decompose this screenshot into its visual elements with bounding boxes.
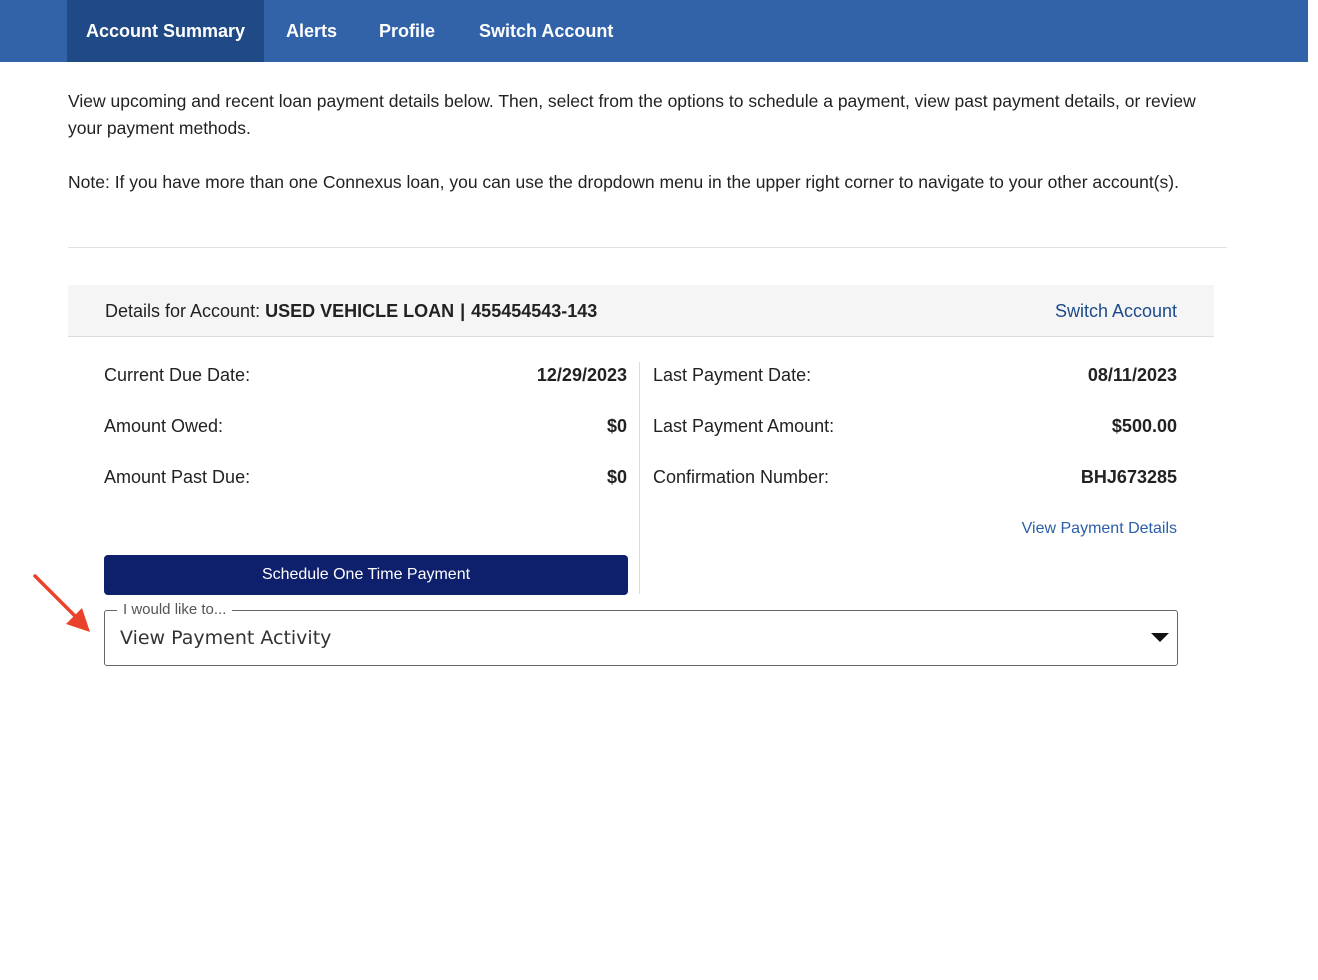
last-payment-amount-label: Last Payment Amount:	[653, 416, 835, 436]
account-header: Details for Account: USED VEHICLE LOAN | 4…	[68, 285, 1214, 337]
amount-past-due-label: Amount Past Due:	[104, 467, 251, 487]
amount-past-due-value: $0	[606, 467, 627, 487]
column-divider	[639, 362, 640, 594]
note-text: Note: If you have more than one Connexus…	[68, 172, 1179, 192]
divider	[68, 247, 1227, 248]
confirmation-number-value: BHJ673285	[1080, 467, 1177, 487]
red-arrow-icon	[33, 574, 90, 632]
intro-text: View upcoming and recent loan payment de…	[68, 91, 1196, 138]
last-payment-date-label: Last Payment Date:	[653, 365, 812, 385]
current-due-date-value: 12/29/2023	[536, 365, 627, 385]
caret-down-icon	[1151, 633, 1169, 642]
account-number: 455454543-143	[471, 301, 598, 321]
account-separator: |	[460, 301, 466, 321]
tab-profile[interactable]: Profile	[379, 0, 435, 62]
tab-account-summary[interactable]: Account Summary	[67, 0, 264, 62]
action-select[interactable]: I would like to... View Payment Activity	[104, 601, 1178, 666]
schedule-one-time-payment-button[interactable]: Schedule One Time Payment	[104, 555, 628, 595]
switch-account-link[interactable]: Switch Account	[1055, 285, 1177, 337]
select-value: View Payment Activity	[120, 627, 332, 649]
last-payment-date-value: 08/11/2023	[1087, 365, 1177, 385]
details-prefix: Details for Account:	[105, 301, 261, 321]
account-details-label: Details for Account: USED VEHICLE LOAN | 4…	[105, 285, 597, 337]
view-payment-details-link[interactable]: View Payment Details	[1022, 520, 1177, 538]
top-navigation: Account Summary Alerts Profile Switch Ac…	[0, 0, 1308, 62]
arrow-shaft	[33, 574, 80, 621]
tab-alerts[interactable]: Alerts	[286, 0, 337, 62]
current-due-date-label: Current Due Date:	[104, 365, 251, 385]
account-name: USED VEHICLE LOAN	[265, 301, 455, 321]
last-payment-amount-value: $500.00	[1111, 416, 1177, 436]
amount-owed-label: Amount Owed:	[104, 416, 224, 436]
confirmation-number-label: Confirmation Number:	[653, 467, 830, 487]
tab-switch-account[interactable]: Switch Account	[479, 0, 613, 62]
amount-owed-value: $0	[606, 416, 627, 436]
select-legend: I would like to...	[117, 601, 233, 618]
